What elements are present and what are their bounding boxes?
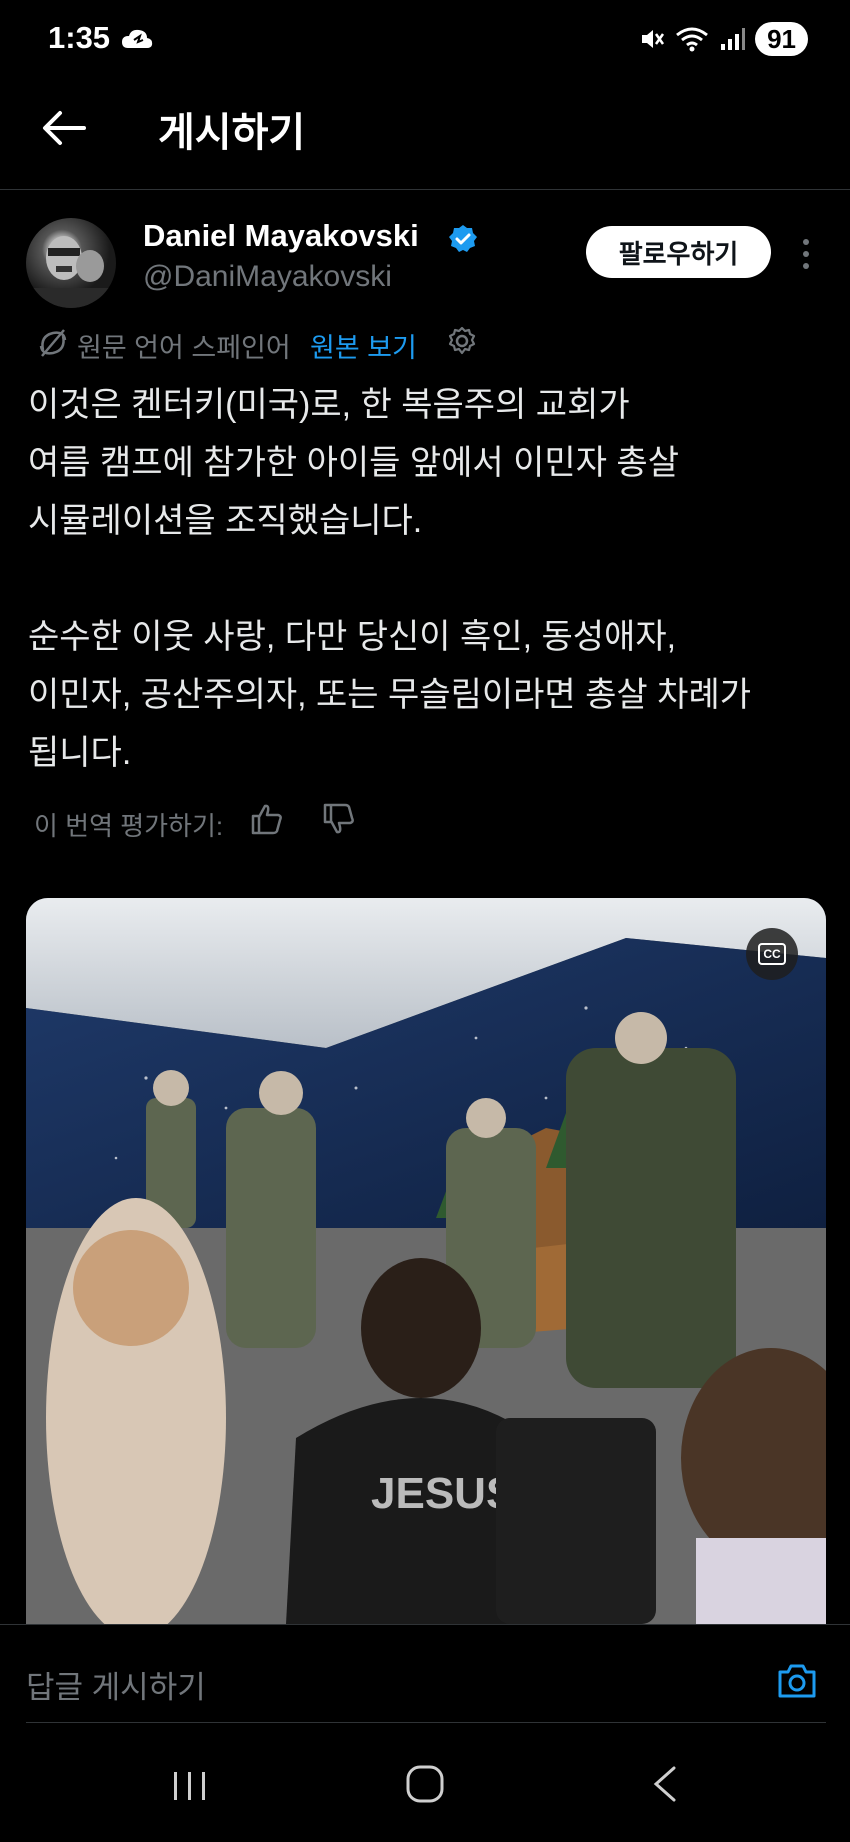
- author-handle[interactable]: @DaniMayakovski: [143, 260, 392, 294]
- thumb-up-icon[interactable]: [250, 802, 284, 836]
- post-text: 이것은 켄터키(미국)로, 한 복음주의 교회가 여름 캠프에 참가한 아이들 …: [28, 386, 752, 772]
- back-arrow-icon[interactable]: [40, 108, 86, 148]
- show-original-link[interactable]: 원본 보기: [310, 326, 417, 365]
- reply-divider: [26, 1722, 826, 1723]
- header-divider: [0, 189, 850, 190]
- home-icon[interactable]: [405, 1764, 445, 1804]
- camera-icon[interactable]: [776, 1662, 818, 1700]
- closed-captions-icon: CC: [758, 943, 786, 965]
- signal-icon: [721, 28, 746, 50]
- post-video[interactable]: JESUS: [26, 898, 826, 1624]
- status-time: 1:35: [48, 20, 111, 55]
- status-icons: 91: [639, 22, 808, 56]
- nav-back-icon[interactable]: [650, 1764, 678, 1804]
- battery-level: 91: [755, 22, 808, 56]
- avatar-image: [26, 236, 116, 308]
- translate-icon: [39, 329, 67, 357]
- video-thumbnail: JESUS: [26, 898, 826, 1624]
- verified-badge-icon: [449, 225, 477, 252]
- wifi-icon: [676, 27, 709, 52]
- gear-icon[interactable]: [446, 325, 478, 357]
- page-title: 게시하기: [158, 111, 306, 155]
- author-name[interactable]: Daniel Mayakovski: [143, 218, 419, 254]
- rate-translation-label: 이 번역 평가하기:: [34, 811, 224, 841]
- follow-button[interactable]: 팔로우하기: [586, 226, 771, 278]
- mute-icon: [642, 30, 665, 48]
- more-vertical-icon[interactable]: [796, 234, 816, 274]
- cloud-sync-icon: [122, 29, 153, 48]
- avatar[interactable]: [26, 218, 116, 308]
- shirt-text: JESUS: [371, 1469, 515, 1518]
- reply-input[interactable]: 답글 게시하기: [26, 1662, 206, 1707]
- closed-captions-button[interactable]: CC: [746, 928, 798, 980]
- recent-apps-icon[interactable]: [170, 1768, 210, 1804]
- thumb-down-icon[interactable]: [322, 802, 356, 836]
- translation-language-label: 원문 언어 스페인어: [77, 333, 291, 363]
